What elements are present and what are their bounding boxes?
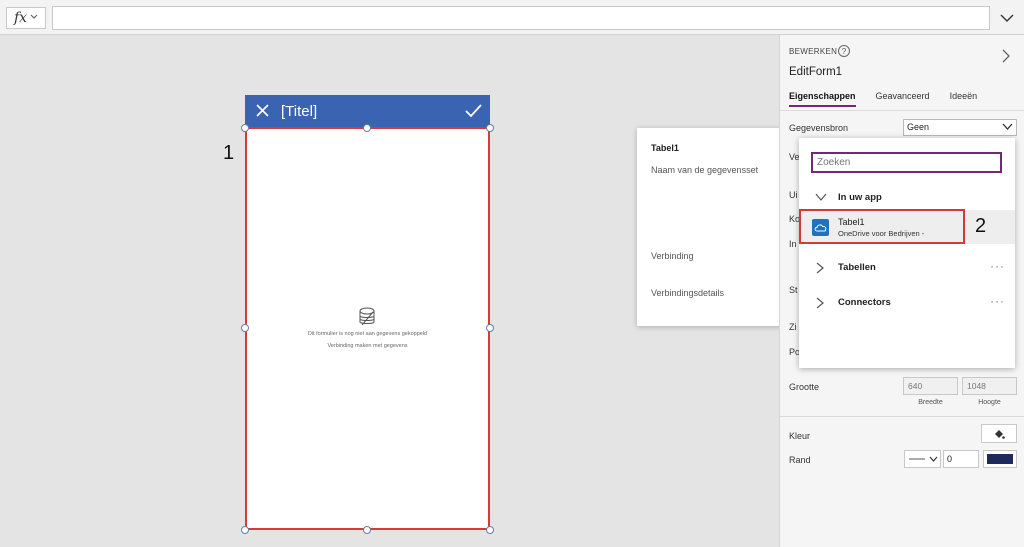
width-input[interactable]: 640	[903, 377, 958, 395]
connection-label: Verbinding	[651, 251, 694, 261]
line-style-icon	[909, 458, 925, 460]
border-width-input[interactable]: 0	[943, 450, 979, 468]
function-selector-button[interactable]: fx	[6, 7, 46, 29]
width-caption: Breedte	[918, 399, 943, 406]
partial-property-label: Zi	[789, 322, 797, 332]
border-label: Rand	[789, 455, 811, 465]
dataset-name-label: Naam van de gegevensset	[651, 165, 759, 175]
search-input[interactable]	[811, 152, 1002, 173]
edit-form[interactable]	[245, 127, 490, 530]
connect-to-data-link[interactable]: Verbinding maken met gegevens	[247, 343, 488, 349]
chevron-right-icon	[816, 297, 824, 309]
connection-details-label: Verbindingsdetails	[651, 288, 725, 298]
resize-handle[interactable]	[486, 526, 494, 534]
datasource-value: Geen	[907, 122, 930, 132]
more-options-icon[interactable]: ···	[990, 294, 1005, 308]
form-empty-message: Dit formulier is nog niet aan gegevens g…	[307, 331, 428, 337]
form-title: [Titel]	[281, 103, 318, 120]
partial-property-label: St	[789, 285, 798, 295]
expand-formula-bar-button[interactable]	[996, 8, 1018, 28]
group-label: In uw app	[838, 192, 882, 203]
checkmark-icon[interactable]	[465, 103, 482, 118]
chevron-right-icon	[816, 262, 824, 274]
chevron-down-icon	[815, 193, 827, 201]
tab-eigenschappen[interactable]: Eigenschappen	[789, 91, 856, 107]
section-label: BEWERKEN	[789, 47, 838, 56]
chevron-down-icon	[30, 13, 38, 23]
group-in-app[interactable]: In uw app	[799, 187, 1015, 209]
datasource-label: Gegevensbron	[789, 123, 849, 133]
tab-geavanceerd[interactable]: Geavanceerd	[876, 91, 930, 107]
group-connectors[interactable]: Connectors ···	[799, 292, 1015, 314]
tab-ideeen[interactable]: Ideeën	[950, 91, 978, 107]
help-icon[interactable]: ?	[838, 45, 850, 57]
form-header: [Titel]	[245, 95, 490, 127]
section-divider	[780, 416, 1024, 417]
datasource-select[interactable]: Geen	[903, 119, 1017, 136]
fx-label: fx	[13, 10, 28, 26]
properties-tabs: Eigenschappen Geavanceerd Ideeën	[789, 91, 997, 107]
fill-color-button[interactable]	[981, 424, 1017, 443]
resize-handle[interactable]	[363, 526, 371, 534]
control-name: EditForm1	[789, 66, 843, 78]
annotation-number: 1	[223, 142, 235, 164]
resize-handle[interactable]	[241, 526, 249, 534]
chevron-right-icon[interactable]	[1002, 49, 1011, 63]
border-color-swatch	[987, 454, 1013, 464]
tabs-divider	[780, 110, 1024, 111]
height-caption: Hoogte	[978, 399, 1001, 406]
close-icon[interactable]	[255, 103, 270, 118]
border-style-select[interactable]	[904, 450, 941, 468]
group-label: Connectors	[838, 297, 891, 308]
formula-bar: fx	[0, 0, 1024, 35]
partial-property-label: Ui	[789, 190, 798, 200]
color-label: Kleur	[789, 431, 811, 441]
datasource-dropdown: In uw app Tabel1 OneDrive voor Bedrijven…	[799, 138, 1015, 368]
database-icon	[359, 307, 375, 326]
selection-highlight	[799, 209, 965, 244]
formula-input[interactable]	[52, 6, 990, 30]
partial-property-label: Ve	[789, 152, 800, 162]
partial-property-label: In	[789, 239, 797, 249]
datasource-name: Tabel1	[651, 143, 679, 153]
chevron-down-icon	[1000, 14, 1014, 22]
chevron-down-icon	[1002, 123, 1013, 130]
border-color-button[interactable]	[983, 450, 1017, 468]
chevron-down-icon	[929, 456, 938, 462]
annotation-number: 2	[975, 215, 987, 237]
height-input[interactable]: 1048	[962, 377, 1017, 395]
paint-bucket-icon	[995, 429, 1005, 439]
group-tables[interactable]: Tabellen ···	[799, 257, 1015, 279]
group-label: Tabellen	[838, 262, 876, 273]
more-options-icon[interactable]: ···	[990, 259, 1005, 273]
size-label: Grootte	[789, 382, 820, 392]
resize-handle[interactable]	[241, 124, 249, 132]
resize-handle[interactable]	[486, 124, 494, 132]
resize-handle[interactable]	[363, 124, 371, 132]
